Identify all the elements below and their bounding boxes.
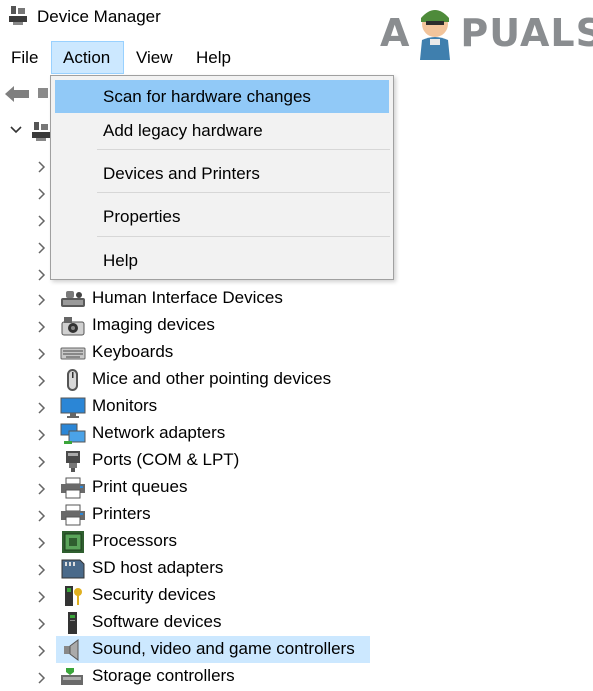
tree-row-print-queues[interactable]: Print queues: [0, 474, 593, 501]
menu-view[interactable]: View: [125, 41, 184, 74]
tree-row-human-interface-devices[interactable]: Human Interface Devices: [0, 285, 593, 312]
tree-row-sd-host-adapters[interactable]: SD host adapters: [0, 555, 593, 582]
category-label: Processors: [92, 531, 178, 550]
menu-item-add-legacy-hardware[interactable]: Add legacy hardware: [55, 114, 389, 147]
category-label: Security devices: [92, 585, 216, 604]
hid-icon: [61, 291, 85, 307]
monitor-icon: [60, 397, 86, 418]
category-label: Printers: [92, 504, 151, 523]
chevron-right-icon[interactable]: [38, 672, 46, 684]
chevron-right-icon[interactable]: [38, 294, 46, 306]
chevron-right-icon[interactable]: [38, 564, 46, 576]
sd-card-icon: [61, 559, 85, 579]
tree-row-storage-controllers[interactable]: Storage controllers: [0, 663, 593, 690]
chevron-down-icon[interactable]: [10, 126, 22, 134]
security-key-icon: [65, 586, 82, 606]
menu-item-scan-for-hardware-changes[interactable]: Scan for hardware changes: [55, 80, 389, 113]
printer-icon: [61, 477, 85, 499]
processor-icon: [62, 531, 84, 553]
category-label: Mice and other pointing devices: [92, 369, 332, 388]
menu-action[interactable]: Action: [51, 41, 124, 74]
tree-row-sound-video-game-controllers[interactable]: Sound, video and game controllers: [0, 636, 593, 663]
storage-controller-icon: [61, 668, 83, 685]
port-icon: [66, 451, 80, 472]
category-label: Imaging devices: [92, 315, 215, 334]
computer-icon: [32, 122, 50, 141]
tree-row-network-adapters[interactable]: Network adapters: [0, 420, 593, 447]
forward-arrow-icon[interactable]: [38, 88, 48, 98]
software-device-icon: [68, 612, 77, 634]
chevron-right-icon[interactable]: [38, 537, 46, 549]
category-label: Storage controllers: [92, 666, 235, 685]
chevron-right-icon[interactable]: [38, 645, 46, 657]
category-label: Sound, video and game controllers: [90, 637, 359, 663]
category-label: Monitors: [92, 396, 158, 415]
camera-icon: [61, 317, 85, 336]
menu-separator: [97, 192, 390, 193]
chevron-right-icon[interactable]: [38, 321, 46, 333]
chevron-right-icon[interactable]: [38, 269, 46, 281]
tree-row-keyboards[interactable]: Keyboards: [0, 339, 593, 366]
menu-bar: File Action View Help: [0, 41, 593, 75]
tree-row-imaging-devices[interactable]: Imaging devices: [0, 312, 593, 339]
tree-row-security-devices[interactable]: Security devices: [0, 582, 593, 609]
tree-row-ports[interactable]: Ports (COM & LPT): [0, 447, 593, 474]
mouse-icon: [67, 369, 78, 391]
tree-row-software-devices[interactable]: Software devices: [0, 609, 593, 636]
category-label: Network adapters: [92, 423, 226, 442]
tree-row-mice[interactable]: Mice and other pointing devices: [0, 366, 593, 393]
tree-row-printers[interactable]: Printers: [0, 501, 593, 528]
menu-separator: [97, 149, 390, 150]
window-title: Device Manager: [37, 7, 161, 26]
network-adapter-icon: [60, 423, 86, 444]
chevron-right-icon[interactable]: [38, 591, 46, 603]
chevron-right-icon[interactable]: [38, 402, 46, 414]
category-label: SD host adapters: [92, 558, 224, 577]
chevron-right-icon[interactable]: [38, 188, 46, 200]
chevron-right-icon[interactable]: [38, 161, 46, 173]
back-arrow-icon[interactable]: [4, 85, 30, 103]
category-label: Ports (COM & LPT): [92, 450, 240, 469]
chevron-right-icon[interactable]: [38, 483, 46, 495]
device-manager-icon: [9, 6, 27, 25]
menu-help[interactable]: Help: [185, 41, 242, 74]
menu-file[interactable]: File: [0, 41, 49, 74]
menu-item-devices-and-printers[interactable]: Devices and Printers: [55, 157, 389, 190]
chevron-right-icon[interactable]: [38, 429, 46, 441]
category-label: Keyboards: [92, 342, 174, 361]
chevron-right-icon[interactable]: [38, 348, 46, 360]
printer-icon: [61, 504, 85, 526]
tree-row-processors[interactable]: Processors: [0, 528, 593, 555]
keyboard-icon: [60, 347, 86, 360]
menu-item-properties[interactable]: Properties: [55, 200, 389, 233]
chevron-right-icon[interactable]: [38, 618, 46, 630]
category-label: Human Interface Devices: [92, 288, 283, 307]
menu-item-help[interactable]: Help: [55, 244, 389, 277]
category-label: Software devices: [92, 612, 222, 631]
chevron-right-icon[interactable]: [38, 215, 46, 227]
category-label: Print queues: [92, 477, 188, 496]
tree-row-monitors[interactable]: Monitors: [0, 393, 593, 420]
chevron-right-icon[interactable]: [38, 510, 46, 522]
menu-separator: [97, 236, 390, 237]
chevron-right-icon[interactable]: [38, 242, 46, 254]
action-menu: Scan for hardware changes Add legacy har…: [50, 75, 394, 280]
chevron-right-icon[interactable]: [38, 456, 46, 468]
speaker-icon: [64, 639, 79, 661]
chevron-right-icon[interactable]: [38, 375, 46, 387]
